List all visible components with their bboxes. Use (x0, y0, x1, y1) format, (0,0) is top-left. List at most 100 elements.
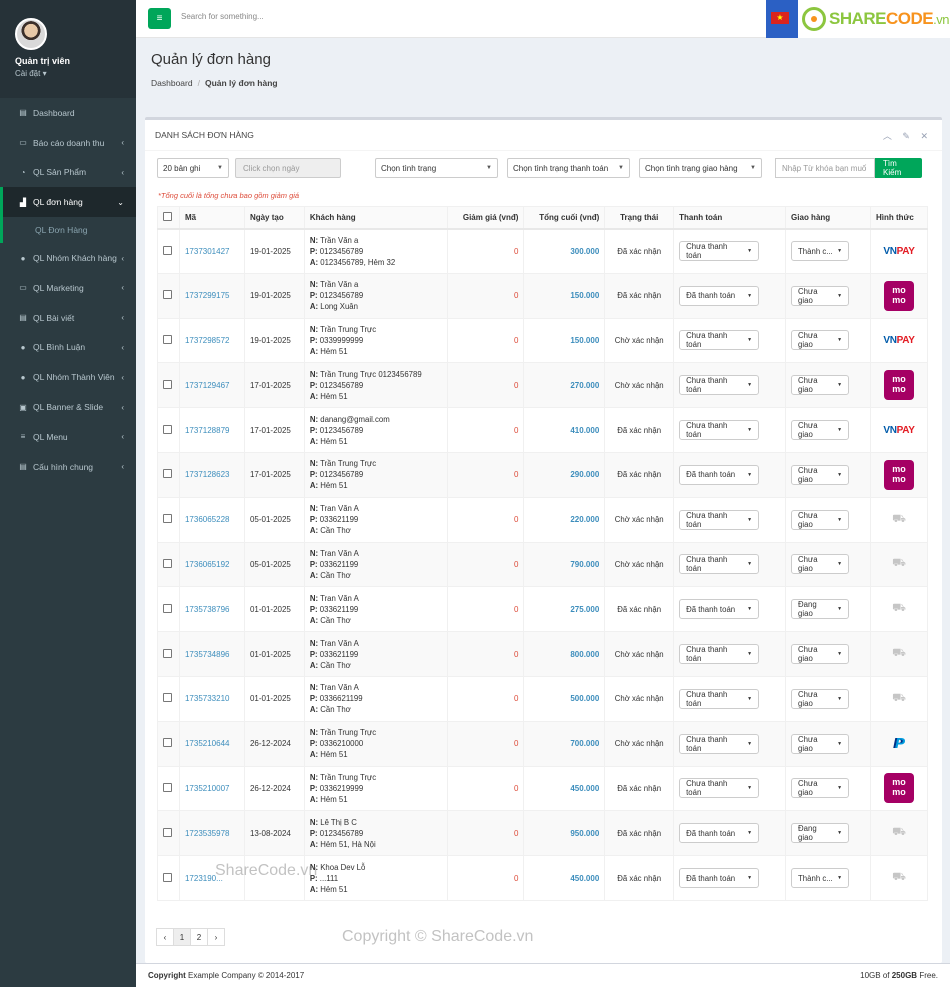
payment-status-dropdown[interactable]: Đã thanh toán ▼ (679, 599, 760, 620)
row-checkbox[interactable] (163, 424, 172, 434)
delivery-status-dropdown[interactable]: Chưa giao ▼ (791, 688, 850, 709)
row-checkbox[interactable] (163, 334, 172, 344)
table-row[interactable]: 1737299175 19-01-2025 N: Trần Văn a P: 0123… (157, 272, 929, 319)
row-checkbox[interactable] (163, 693, 172, 703)
breadcrumb-home[interactable]: Dashboard (151, 78, 193, 88)
sidebar-subitem-orders[interactable]: QL Đơn Hàng (0, 217, 136, 244)
delivery-status-dropdown[interactable]: Chưa giao ▼ (791, 330, 850, 351)
order-code-link[interactable]: 1723535978 (185, 829, 230, 838)
keyword-search-input[interactable]: Nhập Từ khóa bạn muố (775, 158, 875, 178)
order-code-link[interactable]: 1735210644 (185, 739, 230, 748)
payment-status-dropdown[interactable]: Chưa thanh toán ▼ (679, 778, 760, 799)
table-row[interactable]: 1737298572 19-01-2025 N: Trần Trung Trực P:… (157, 317, 929, 364)
col-header-method[interactable]: Hình thức (869, 206, 929, 230)
select-all-checkbox[interactable] (163, 211, 172, 221)
order-code-link[interactable]: 1735738796 (185, 605, 230, 614)
order-code-link[interactable]: 1735733210 (185, 694, 230, 703)
language-flag[interactable]: ★ (766, 0, 798, 38)
delivery-status-dropdown[interactable]: Chưa giao ▼ (791, 644, 850, 665)
payment-status-select[interactable]: Chọn tình trạng thanh toán ▼ (507, 158, 630, 178)
col-header-total[interactable]: Tổng cuối (vnđ) (523, 206, 606, 230)
delivery-status-dropdown[interactable]: Chưa giao ▼ (791, 554, 850, 575)
col-header-date[interactable]: Ngày tạo (243, 206, 305, 230)
table-row[interactable]: 1737301427 19-01-2025 N: Trần Văn a P: 0123… (157, 228, 929, 274)
row-checkbox[interactable] (163, 782, 172, 792)
sidebar-item-7[interactable]: ● QL Bình Luận ‹ (0, 333, 136, 363)
table-row[interactable]: 1736065192 05-01-2025 N: Tran Văn A P: 0336… (157, 541, 929, 588)
order-code-link[interactable]: 1737299175 (185, 291, 230, 300)
user-settings-link[interactable]: Cài đặt ▾ (15, 69, 121, 78)
top-search-input[interactable]: Search for something... (181, 12, 264, 21)
pagination-prev[interactable]: ‹ (156, 928, 174, 946)
order-code-link[interactable]: 1737301427 (185, 247, 230, 256)
payment-status-dropdown[interactable]: Chưa thanh toán ▼ (679, 330, 760, 351)
sidebar-item-4[interactable]: ● QL Nhóm Khách hàng ‹ (0, 243, 136, 273)
row-checkbox[interactable] (163, 648, 172, 658)
sidebar-item-3[interactable]: ▟ QL đơn hàng ⌄ (0, 187, 136, 218)
payment-status-dropdown[interactable]: Chưa thanh toán ▼ (679, 644, 760, 665)
box-tools-icons[interactable]: ︿ ✎ ✕ (883, 129, 932, 142)
delivery-status-dropdown[interactable]: Thành c... ▼ (791, 241, 850, 262)
row-checkbox[interactable] (163, 738, 172, 748)
row-checkbox[interactable] (163, 514, 172, 524)
row-checkbox[interactable] (163, 827, 172, 837)
sidebar-item-8[interactable]: ● QL Nhóm Thành Viên ‹ (0, 362, 136, 392)
table-row[interactable]: 1723535978 13-08-2024 N: Lê Thị B C P: 0123… (157, 810, 929, 857)
order-code-link[interactable]: 1737128623 (185, 470, 230, 479)
delivery-status-dropdown[interactable]: Chưa giao ▼ (791, 420, 850, 441)
row-checkbox[interactable] (163, 603, 172, 613)
order-code-link[interactable]: 1737298572 (185, 336, 230, 345)
row-checkbox[interactable] (163, 379, 172, 389)
col-header-discount[interactable]: Giảm giá (vnđ) (446, 206, 525, 230)
sidebar-item-6[interactable]: ▤ QL Bài viết ‹ (0, 303, 136, 333)
order-code-link[interactable]: 1737129467 (185, 381, 230, 390)
row-checkbox[interactable] (163, 558, 172, 568)
order-code-link[interactable]: 1735734896 (185, 650, 230, 659)
delivery-status-dropdown[interactable]: Chưa giao ▼ (791, 464, 850, 485)
delivery-status-dropdown[interactable]: Chưa giao ▼ (791, 733, 850, 754)
delivery-status-dropdown[interactable]: Chưa giao ▼ (791, 509, 850, 530)
payment-status-dropdown[interactable]: Đã thanh toán ▼ (679, 868, 760, 889)
pagination-page-1[interactable]: 1 (173, 928, 191, 946)
table-row[interactable]: 1735733210 01-01-2025 N: Tran Văn A P: 0336… (157, 675, 929, 722)
search-button[interactable]: Tìm Kiếm (875, 158, 922, 178)
payment-status-dropdown[interactable]: Đã thanh toán ▼ (679, 285, 760, 306)
table-row[interactable]: 1737128623 17-01-2025 N: Trần Trung Trực P:… (157, 451, 929, 498)
order-code-link[interactable]: 1735210007 (185, 784, 230, 793)
table-row[interactable]: 1737129467 17-01-2025 N: Trần Trung Trực 0… (157, 362, 929, 409)
delivery-status-dropdown[interactable]: Chưa giao ▼ (791, 285, 850, 306)
sidebar-item-0[interactable]: ▤ Dashboard (0, 98, 136, 128)
delivery-status-dropdown[interactable]: Chưa giao ▼ (791, 375, 850, 396)
col-header-customer[interactable]: Khách hàng (303, 206, 448, 230)
menu-toggle-button[interactable]: ≡ (148, 8, 171, 29)
order-code-link[interactable]: 1736065192 (185, 560, 230, 569)
row-checkbox[interactable] (163, 290, 172, 300)
status-select[interactable]: Chọn tình trạng ▼ (375, 158, 498, 178)
sidebar-item-10[interactable]: ≡ QL Menu ‹ (0, 422, 136, 452)
delivery-status-dropdown[interactable]: Chưa giao ▼ (791, 778, 850, 799)
sidebar-item-2[interactable]: ◔ QL Sản Phẩm ‹ (0, 158, 136, 188)
sidebar-item-5[interactable]: ▭ QL Marketing ‹ (0, 273, 136, 303)
table-row[interactable]: 1735210007 26-12-2024 N: Trần Trung Trực P:… (157, 765, 929, 812)
page-size-select[interactable]: 20 bản ghi ▼ (157, 158, 229, 178)
delivery-status-select[interactable]: Chọn tình trạng giao hàng ▼ (639, 158, 762, 178)
pagination-next[interactable]: › (207, 928, 225, 946)
delivery-status-dropdown[interactable]: Thành c... ▼ (791, 868, 850, 889)
row-checkbox[interactable] (163, 469, 172, 479)
col-header-status[interactable]: Trạng thái (604, 206, 675, 230)
table-row[interactable]: 1737128879 17-01-2025 N: danang@gmail.com P… (157, 407, 929, 453)
payment-status-dropdown[interactable]: Chưa thanh toán ▼ (679, 554, 760, 575)
order-code-link[interactable]: 1737128879 (185, 426, 230, 435)
table-row[interactable]: 1736065228 05-01-2025 N: Tran Văn A P: 0336… (157, 496, 929, 543)
order-code-link[interactable]: 1736065228 (185, 515, 230, 524)
row-checkbox[interactable] (163, 245, 172, 255)
col-header-code[interactable]: Mã (178, 206, 245, 230)
payment-status-dropdown[interactable]: Chưa thanh toán ▼ (679, 375, 760, 396)
table-row[interactable]: 1735734896 01-01-2025 N: Tran Văn A P: 0336… (157, 631, 929, 677)
payment-status-dropdown[interactable]: Chưa thanh toán ▼ (679, 688, 760, 709)
sidebar-item-9[interactable]: ▣ QL Banner & Slide ‹ (0, 392, 136, 422)
payment-status-dropdown[interactable]: Chưa thanh toán ▼ (679, 241, 760, 262)
delivery-status-dropdown[interactable]: Đang giao ▼ (791, 823, 850, 844)
avatar[interactable] (15, 18, 47, 50)
payment-status-dropdown[interactable]: Chưa thanh toán ▼ (679, 733, 760, 754)
